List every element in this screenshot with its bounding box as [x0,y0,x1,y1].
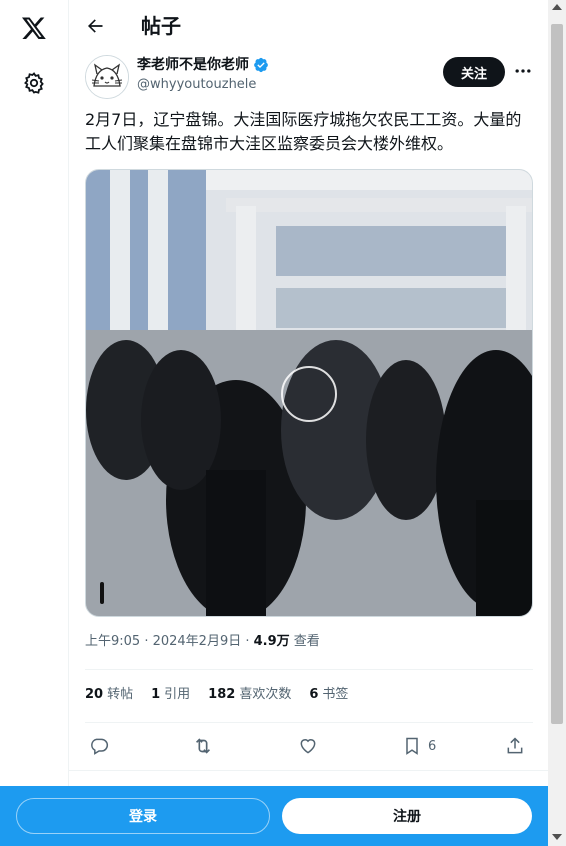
login-button[interactable]: 登录 [16,798,270,834]
login-bar: 登录 注册 [0,786,548,846]
stat-label: 转帖 [107,687,134,702]
back-arrow-icon[interactable] [83,14,107,38]
page-title: 帖子 [141,14,181,38]
scrollbar-thumb[interactable] [551,24,563,724]
signup-button[interactable]: 注册 [282,798,532,834]
stat-quotes[interactable]: 1 引用 [151,686,190,704]
x-logo-icon[interactable] [18,12,50,44]
author-name-row[interactable]: 李老师不是你老师 [137,56,269,74]
header: 帖子 [69,0,548,53]
play-icon[interactable] [281,366,337,422]
like-icon[interactable] [298,734,318,758]
stat-reposts[interactable]: 20 转帖 [85,686,133,704]
stat-label: 书签 [322,687,349,702]
stat-value: 182 [208,687,236,702]
bookmark-icon[interactable] [402,736,422,756]
bookmark-count: 6 [428,738,437,754]
post-stats: 20 转帖 1 引用 182 喜欢次数 6 书签 [85,686,348,704]
stat-likes[interactable]: 182 喜欢次数 [208,686,291,704]
verified-badge-icon [253,57,269,73]
repost-icon[interactable] [192,734,214,758]
post-text: 2月7日，辽宁盘锦。大洼国际医疗城拖欠农民工工资。大量的工人们聚集在盘锦市大洼区… [85,110,522,153]
avatar[interactable] [85,55,129,99]
reply-icon[interactable] [89,734,109,758]
video-player[interactable] [85,169,533,617]
share-icon[interactable] [505,734,525,758]
divider [85,669,533,670]
author-name[interactable]: 李老师不是你老师 [137,56,249,74]
post-meta: 上午9:05 · 2024年2月9日 · 4.9万 查看 [85,633,320,651]
action-bar: 6 [85,734,533,758]
follow-button[interactable]: 关注 [443,57,505,87]
stat-value: 1 [151,687,161,702]
stat-label: 喜欢次数 [239,687,292,702]
stat-label: 引用 [164,687,191,702]
scrollbar[interactable] [548,0,566,846]
view-label: 查看 [289,634,320,649]
post-timestamp[interactable]: 上午9:05 · 2024年2月9日 · [85,634,254,649]
divider [85,722,533,723]
author-handle[interactable]: @whyyoutouzhele [137,77,256,93]
more-icon[interactable] [511,59,535,83]
side-navigation [0,0,69,846]
scroll-down-icon[interactable] [552,834,562,840]
stat-value: 20 [85,687,104,702]
main-column: 帖子 李老师不是你老师 @whyyoutouzhele 关注 2月7日，辽宁盘锦… [69,0,548,846]
stat-bookmarks[interactable]: 6 书签 [309,686,348,704]
divider [69,770,548,771]
scroll-up-icon[interactable] [552,4,562,10]
stat-value: 6 [309,687,319,702]
view-count: 4.9万 [253,634,290,649]
gear-icon[interactable] [20,69,48,97]
bookmark-button[interactable]: 6 [402,734,436,758]
